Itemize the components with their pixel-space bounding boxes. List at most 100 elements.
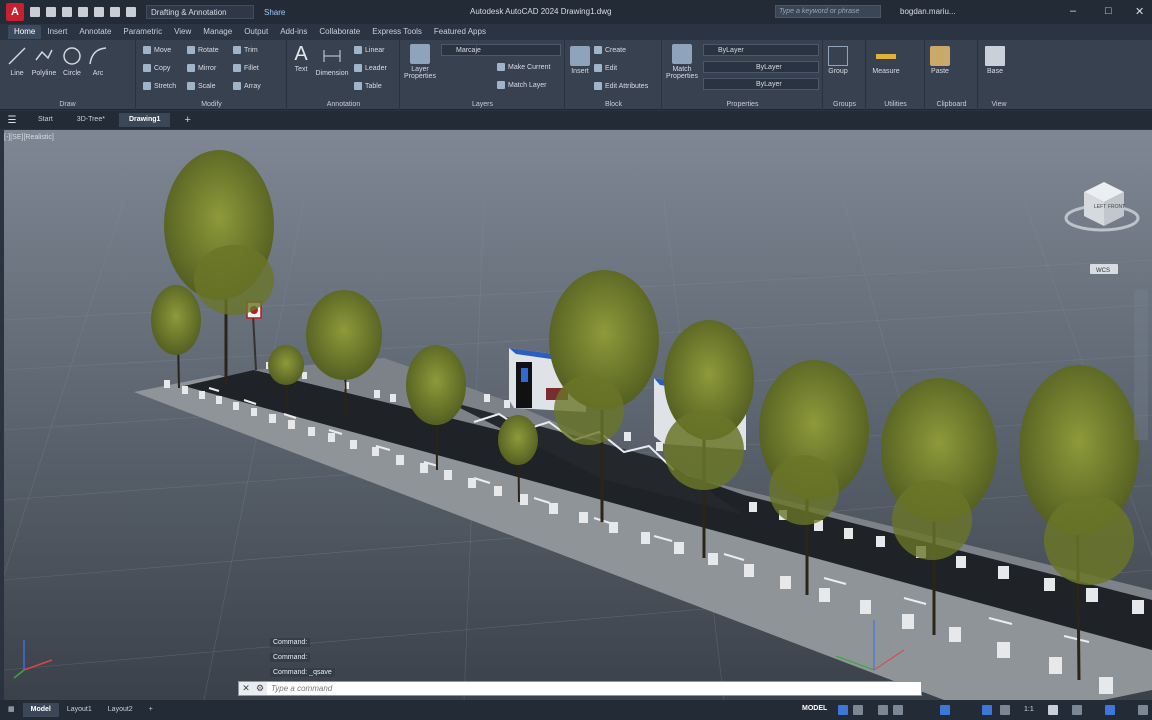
workspace-switch-icon[interactable] [1048,705,1058,715]
tab-parametric[interactable]: Parametric [117,25,168,39]
application-menu-button[interactable]: A [6,3,24,21]
polyline-button[interactable]: Polyline [30,46,58,77]
annotation-visibility-icon[interactable] [982,705,992,715]
insert-block-button[interactable]: Insert [568,46,592,75]
stretch-label: Stretch [154,82,177,90]
layout-tab-icon[interactable]: ▦ [0,703,23,717]
layer-dropdown[interactable]: Marcaje [441,44,561,56]
customize-icon[interactable]: ⚙ [253,683,267,694]
tab-manage[interactable]: Manage [197,25,238,39]
move-button[interactable]: Move [143,46,171,54]
open-file-icon[interactable] [46,7,56,17]
wcs-menu[interactable]: WCS [1090,264,1118,274]
osnap-toggle-icon[interactable] [940,705,950,715]
edit-block-button[interactable]: Edit [594,64,617,72]
fillet-button[interactable]: Fillet [233,64,259,72]
tab-annotate[interactable]: Annotate [73,25,117,39]
save-as-icon[interactable] [78,7,88,17]
tab-home[interactable]: Home [8,25,42,39]
color-dropdown[interactable]: ByLayer [703,44,819,56]
new-file-icon[interactable] [30,7,40,17]
tab-add-ins[interactable]: Add-ins [274,25,313,39]
arc-button[interactable]: Arc [86,46,110,77]
tab-view[interactable]: View [168,25,197,39]
rotate-button[interactable]: Rotate [187,46,219,54]
new-tab-icon[interactable]: + [174,113,200,127]
workspace-select[interactable]: Drafting & Annotation [146,5,254,19]
group-button[interactable]: Group [824,46,852,75]
line-button[interactable]: Line [6,46,28,77]
tab-insert[interactable]: Insert [41,25,73,39]
share-button[interactable]: Share [264,8,285,17]
scale-button[interactable]: Scale [187,82,216,90]
measure-icon [876,54,896,59]
add-layout-icon[interactable]: + [141,703,161,717]
command-input[interactable] [267,682,921,695]
grid-toggle-icon[interactable] [838,705,848,715]
paste-button[interactable]: Paste [928,46,952,75]
circle-button[interactable]: Circle [60,46,84,77]
tab-layout1[interactable]: Layout1 [59,703,100,717]
annotation-scale[interactable]: 1:1 [1024,706,1034,713]
measure-button[interactable]: Measure [869,46,903,75]
properties-panel: Match Properties ByLayer ByLayer ByLayer… [663,40,823,110]
save-icon[interactable] [62,7,72,17]
edit-attributes-button[interactable]: Edit Attributes [594,82,648,90]
viewport-controls-label[interactable]: [-][SE][Realistic] [4,134,54,141]
customization-icon[interactable] [1138,705,1148,715]
close-icon[interactable]: ✕ [1135,5,1144,18]
hardware-acceleration-icon[interactable] [1105,705,1115,715]
close-command-line-icon[interactable]: ✕ [239,683,253,694]
snap-toggle-icon[interactable] [853,705,863,715]
maximize-icon[interactable]: □ [1105,5,1112,17]
file-menu-icon[interactable]: ☰ [0,115,24,126]
dimension-icon [323,50,341,62]
match-layer-button[interactable]: Match Layer [497,81,547,89]
tab-model[interactable]: Model [22,703,59,717]
array-icon [233,82,241,90]
array-button[interactable]: Array [233,82,261,90]
trim-button[interactable]: Trim [233,46,258,54]
mirror-button[interactable]: Mirror [187,64,216,72]
match-properties-button[interactable]: Match Properties [665,44,699,80]
linear-button[interactable]: Linear [354,46,384,54]
stretch-button[interactable]: Stretch [143,82,176,90]
insert-block-icon [570,46,590,66]
layer-properties-button[interactable]: Layer Properties [403,44,437,80]
user-account[interactable]: bogdan.mariu... [900,7,956,16]
auto-scale-icon[interactable] [1000,705,1010,715]
undo-icon[interactable] [110,7,120,17]
leader-icon [354,64,362,72]
make-current-button[interactable]: Make Current [497,63,550,71]
file-tab-drawing1[interactable]: Drawing1 [118,113,171,127]
print-icon[interactable] [94,7,104,17]
file-tab-3d-tree[interactable]: 3D-Tree* [67,113,115,127]
text-button[interactable]: A Text [290,44,312,73]
file-tab-start[interactable]: Start [28,113,63,127]
tab-layout2[interactable]: Layout2 [100,703,141,717]
tab-output[interactable]: Output [238,25,274,39]
copy-button[interactable]: Copy [143,64,170,72]
tab-express-tools[interactable]: Express Tools [366,25,428,39]
lineweight-dropdown[interactable]: ByLayer [703,78,819,90]
search-input[interactable]: Type a keyword or phrase [775,5,881,18]
tab-featured-apps[interactable]: Featured Apps [428,25,492,39]
leader-button[interactable]: Leader [354,64,387,72]
drawing-viewport[interactable]: LEFT FRONT WCS [4,130,1152,700]
create-block-button[interactable]: Create [594,46,626,54]
ortho-toggle-icon[interactable] [878,705,888,715]
linetype-dropdown[interactable]: ByLayer [703,61,819,73]
dimension-button[interactable]: Dimension [314,46,350,77]
redo-icon[interactable] [126,7,136,17]
isolate-objects-icon[interactable] [1072,705,1082,715]
model-space-toggle[interactable]: MODEL [802,705,827,712]
base-view-button[interactable]: Base [983,46,1007,75]
minimize-icon[interactable]: – [1070,5,1076,17]
match-properties-label: Match Properties [666,66,698,80]
tab-collaborate[interactable]: Collaborate [313,25,366,39]
table-button[interactable]: Table [354,82,382,90]
navigation-bar[interactable] [1134,290,1148,440]
polar-toggle-icon[interactable] [893,705,903,715]
table-label: Table [365,82,382,90]
title-bar: A Drafting & Annotation Share Autodesk A… [0,0,1152,24]
